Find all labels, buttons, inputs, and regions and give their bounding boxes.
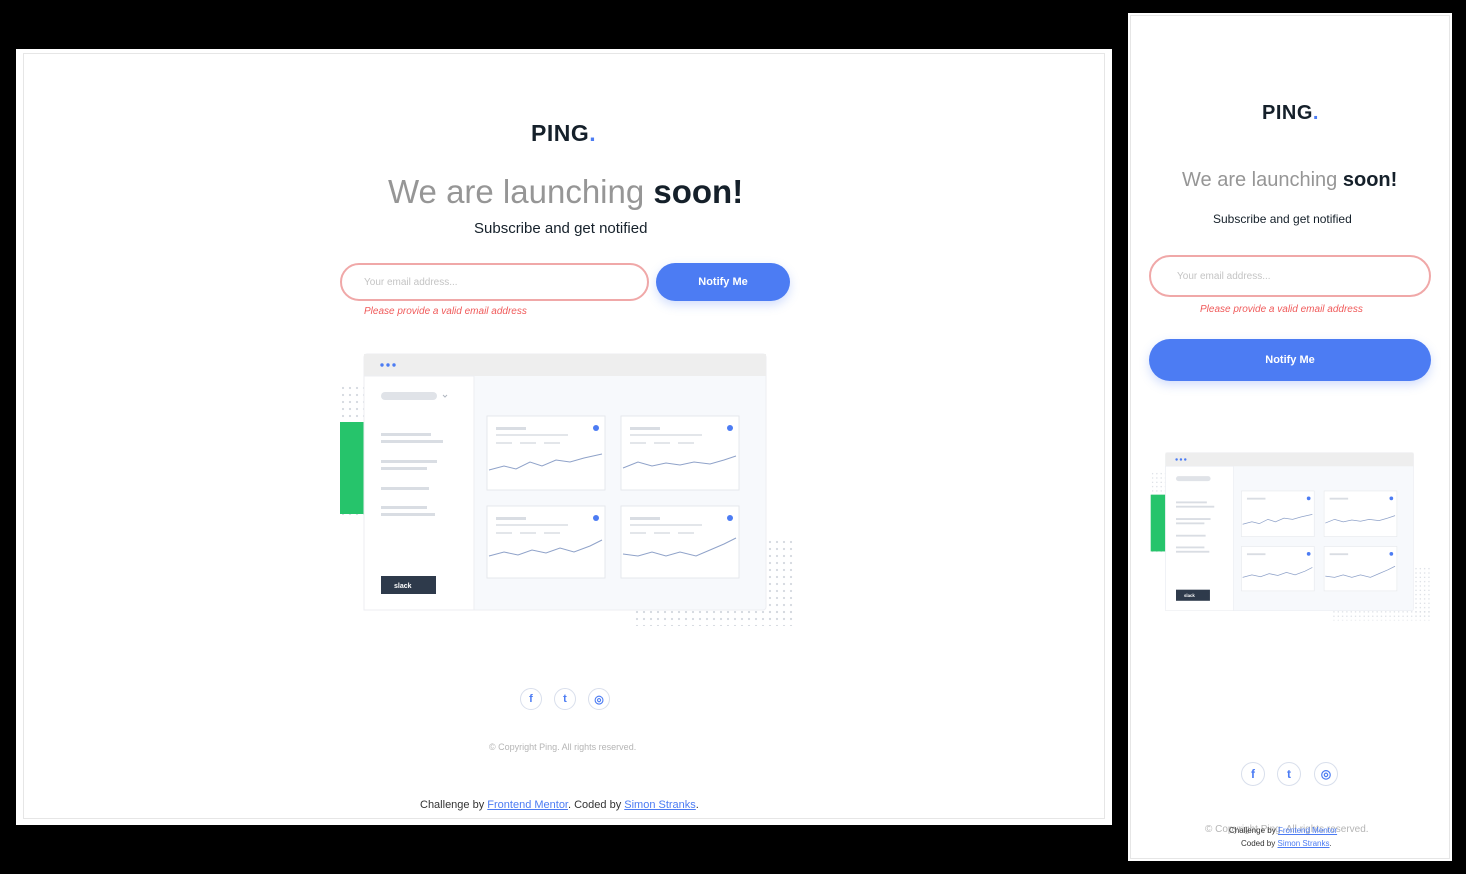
dashboard-illustration: slack	[334, 344, 804, 634]
instagram-icon[interactable]: ◎	[588, 688, 610, 710]
logo[interactable]: PING.	[1262, 102, 1319, 125]
attribution-period: .	[695, 799, 699, 811]
slack-label: slack	[1184, 593, 1195, 598]
email-input[interactable]: Your email address...	[340, 263, 649, 301]
notify-button[interactable]: Notify Me	[1149, 339, 1431, 381]
twitter-icon[interactable]: t	[1277, 762, 1301, 786]
desktop-preview: PING. We are launching soon! Subscribe a…	[16, 49, 1112, 825]
email-placeholder: Your email address...	[1177, 270, 1271, 282]
attribution: Challenge by Frontend Mentor. Coded by S…	[420, 799, 699, 811]
coded-by-text: . Coded by	[568, 799, 622, 811]
instagram-icon[interactable]: ◎	[1314, 762, 1338, 786]
author-link[interactable]: Simon Stranks	[624, 799, 696, 811]
dashboard-illustration: slack	[1147, 446, 1437, 626]
twitter-icon[interactable]: t	[554, 688, 576, 710]
logo-dot: .	[1312, 102, 1319, 124]
logo[interactable]: PING.	[531, 120, 596, 147]
mobile-page: PING. We are launching soon! Subscribe a…	[1130, 15, 1450, 859]
title-light: We are launching	[388, 173, 645, 210]
page-title: We are launching soon!	[1182, 169, 1397, 192]
desktop-page: PING. We are launching soon! Subscribe a…	[23, 53, 1105, 819]
page-subtitle: Subscribe and get notified	[474, 220, 648, 237]
title-light: We are launching	[1182, 169, 1338, 191]
copyright: © Copyright Ping. All rights reserved.	[489, 742, 637, 752]
facebook-icon[interactable]: f	[520, 688, 542, 710]
email-input[interactable]: Your email address...	[1149, 255, 1431, 297]
slack-label: slack	[394, 583, 412, 590]
page-title: We are launching soon!	[388, 173, 743, 211]
frontend-mentor-link[interactable]: Frontend Mentor	[1278, 826, 1337, 835]
author-link[interactable]: Simon Stranks	[1277, 839, 1329, 848]
email-error: Please provide a valid email address	[364, 306, 527, 317]
logo-text: PING	[531, 120, 590, 146]
facebook-icon[interactable]: f	[1241, 762, 1265, 786]
page-subtitle: Subscribe and get notified	[1213, 212, 1352, 226]
attribution-period: .	[1329, 839, 1332, 848]
email-error: Please provide a valid email address	[1200, 304, 1363, 315]
notify-button[interactable]: Notify Me	[656, 263, 790, 301]
email-placeholder: Your email address...	[364, 276, 458, 288]
title-bold: soon!	[653, 173, 744, 210]
coded-by-text: Coded by	[1241, 839, 1276, 848]
logo-dot: .	[589, 120, 597, 146]
title-bold: soon!	[1342, 169, 1398, 191]
attribution-line-1: Challenge by Frontend Mentor	[1229, 826, 1337, 835]
attribution-line-2: Coded by Simon Stranks.	[1241, 839, 1332, 848]
challenge-by-text: Challenge by	[1229, 826, 1276, 835]
logo-text: PING	[1262, 102, 1313, 124]
challenge-by-text: Challenge by	[420, 799, 485, 811]
mobile-preview: PING. We are launching soon! Subscribe a…	[1128, 13, 1452, 861]
frontend-mentor-link[interactable]: Frontend Mentor	[487, 799, 568, 811]
